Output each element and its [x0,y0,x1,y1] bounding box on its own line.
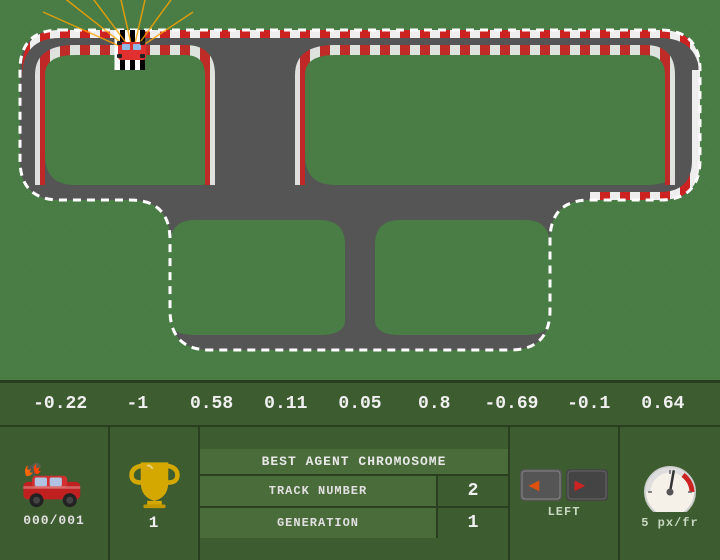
chrom-val-7: -0.1 [565,394,613,414]
generation-label: GENERATION [200,508,438,538]
direction-label: LEFT [548,505,581,519]
chrom-val-0: -0.22 [33,394,87,414]
right-arrow-icon: ► [566,469,608,501]
chrom-val-3: 0.11 [262,394,310,414]
best-agent-title: BEST AGENT CHROMOSOME [200,449,508,476]
stats-row: 000/001 1 BEST AGENT CHROMOSOME TRACK [0,427,720,560]
cell-speed: 5 px/fr [620,427,720,560]
chrom-val-6: -0.69 [484,394,538,414]
track-number-label: TRACK NUMBER [200,476,438,506]
chromosome-row: -0.22 -1 0.58 0.11 0.05 0.8 -0.69 -0.1 0… [0,383,720,427]
lap-counter-label: 000/001 [23,513,85,528]
track-area [0,0,720,380]
chrom-val-8: 0.64 [639,394,687,414]
generation-row: GENERATION 1 [200,508,508,538]
cell-direction: ◄ ► LEFT [510,427,620,560]
trophy-count: 1 [149,514,160,532]
track-number-row: TRACK NUMBER 2 [200,476,508,508]
car-icon [19,459,89,509]
chrom-val-1: -1 [113,394,161,414]
chrom-val-4: 0.05 [336,394,384,414]
track-number-value: 2 [438,476,508,506]
cell-trophy: 1 [110,427,200,560]
speed-label: 5 px/fr [641,516,698,530]
bottom-panel: -0.22 -1 0.58 0.11 0.05 0.8 -0.69 -0.1 0… [0,380,720,560]
svg-text:►: ► [571,475,589,495]
cell-car: 000/001 [0,427,110,560]
chrom-val-2: 0.58 [188,394,236,414]
left-arrow-icon: ◄ [520,469,562,501]
chrom-val-5: 0.8 [410,394,458,414]
svg-text:◄: ◄ [525,475,543,495]
cell-info: BEST AGENT CHROMOSOME TRACK NUMBER 2 GEN… [200,427,510,560]
trophy-icon [127,455,182,510]
generation-value: 1 [438,508,508,538]
direction-arrows: ◄ ► [520,469,608,501]
speedometer-icon [638,457,703,512]
